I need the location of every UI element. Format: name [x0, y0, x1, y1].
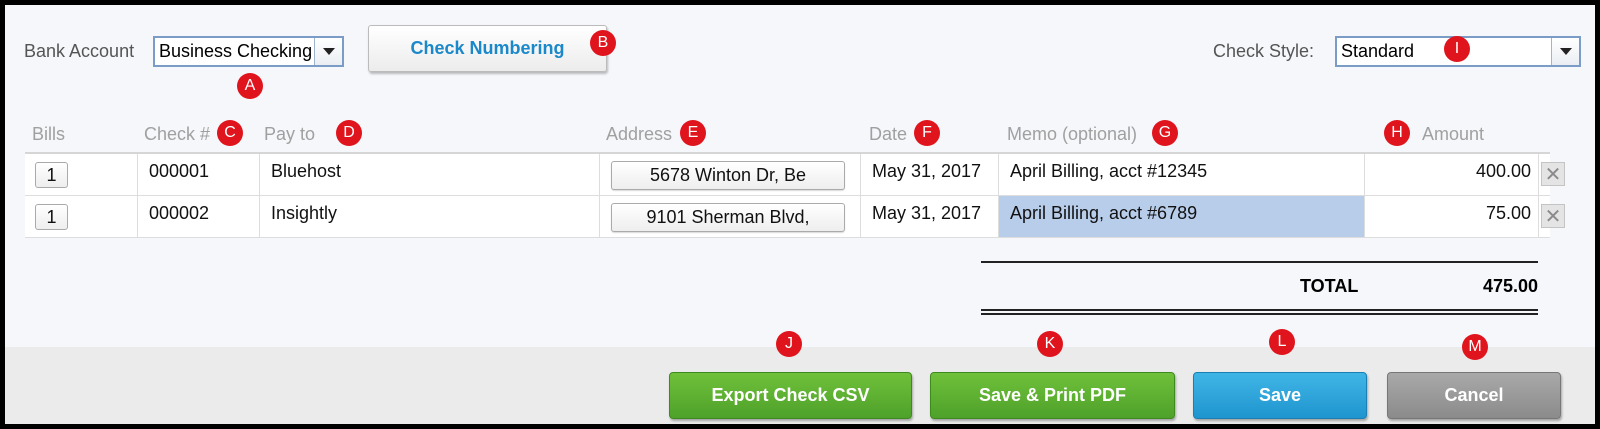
address-button[interactable]: 5678 Winton Dr, Be	[611, 161, 845, 190]
total-double-rule-bottom	[981, 313, 1538, 315]
memo-cell-selected[interactable]: April Billing, acct #6789	[999, 196, 1365, 237]
column-header-memo: Memo (optional)	[1007, 124, 1138, 144]
close-icon[interactable]: ✕	[1541, 204, 1565, 228]
bills-cell: 1	[25, 196, 138, 237]
check-number: 000002	[149, 203, 210, 223]
annotation-marker-b: B	[590, 30, 616, 56]
address-cell: 5678 Winton Dr, Be	[600, 154, 861, 195]
table-row: 1 000002 Insightly 9101 Sherman Blvd, Ma…	[25, 196, 1565, 238]
save-button[interactable]: Save	[1193, 372, 1367, 419]
memo-value: April Billing, acct #6789	[1010, 203, 1198, 223]
cancel-button[interactable]: Cancel	[1387, 372, 1561, 419]
total-value: 475.00	[1482, 276, 1538, 296]
date-cell[interactable]: May 31, 2017	[861, 196, 999, 237]
bank-account-select[interactable]: Business Checking	[153, 36, 344, 67]
column-header-check-number: Check #	[144, 124, 211, 144]
total-top-rule	[981, 261, 1538, 263]
annotation-marker-h: H	[1384, 120, 1410, 146]
pay-to-cell[interactable]: Insightly	[260, 196, 600, 237]
action-bar: Export Check CSV Save & Print PDF Save C…	[5, 347, 1595, 424]
bank-account-dropdown-arrow[interactable]	[314, 38, 342, 65]
amount-cell[interactable]: 400.00	[1365, 154, 1539, 195]
amount-value: 400.00	[1475, 161, 1531, 181]
delete-cell: ✕	[1539, 154, 1565, 195]
column-header-bills: Bills	[32, 124, 66, 144]
annotation-marker-j: J	[776, 331, 802, 357]
address-button[interactable]: 9101 Sherman Blvd,	[611, 203, 845, 232]
memo-value: April Billing, acct #12345	[1010, 161, 1208, 181]
column-header-pay-to: Pay to	[264, 124, 316, 144]
bills-cell: 1	[25, 154, 138, 195]
amount-value: 75.00	[1485, 203, 1531, 223]
date-value: May 31, 2017	[872, 203, 982, 223]
annotation-marker-i: I	[1444, 36, 1470, 62]
check-style-dropdown-arrow[interactable]	[1551, 38, 1579, 65]
memo-cell[interactable]: April Billing, acct #12345	[999, 154, 1365, 195]
annotation-marker-m: M	[1462, 334, 1488, 360]
check-number-cell[interactable]: 000001	[138, 154, 260, 195]
chevron-down-icon	[1559, 48, 1572, 55]
pay-to-cell[interactable]: Bluehost	[260, 154, 600, 195]
annotation-marker-a: A	[237, 73, 263, 99]
save-print-pdf-button[interactable]: Save & Print PDF	[930, 372, 1175, 419]
bills-button[interactable]: 1	[35, 204, 68, 230]
check-number: 000001	[149, 161, 210, 181]
table-row: 1 000001 Bluehost 5678 Winton Dr, Be May…	[25, 154, 1565, 196]
pay-to-value: Bluehost	[271, 161, 342, 181]
bank-account-value: Business Checking	[159, 41, 313, 61]
annotation-marker-k: K	[1037, 331, 1063, 357]
amount-cell[interactable]: 75.00	[1365, 196, 1539, 237]
export-check-csv-button[interactable]: Export Check CSV	[669, 372, 912, 419]
delete-cell: ✕	[1539, 196, 1565, 237]
date-value: May 31, 2017	[872, 161, 982, 181]
write-checks-panel: Bank Account Business Checking Check Num…	[5, 5, 1595, 424]
address-cell: 9101 Sherman Blvd,	[600, 196, 861, 237]
total-label: TOTAL	[1300, 276, 1359, 296]
chevron-down-icon	[322, 48, 335, 55]
annotation-marker-e: E	[680, 120, 706, 146]
total-double-rule-top	[981, 309, 1538, 311]
bank-account-label: Bank Account	[24, 41, 135, 61]
check-style-label: Check Style:	[1213, 41, 1315, 61]
annotation-marker-l: L	[1269, 329, 1295, 355]
bills-button[interactable]: 1	[35, 162, 68, 188]
column-header-date: Date	[869, 124, 908, 144]
column-header-address: Address	[606, 124, 673, 144]
check-number-cell[interactable]: 000002	[138, 196, 260, 237]
close-icon[interactable]: ✕	[1541, 162, 1565, 186]
check-numbering-button[interactable]: Check Numbering	[368, 25, 607, 72]
date-cell[interactable]: May 31, 2017	[861, 154, 999, 195]
annotation-marker-c: C	[217, 120, 243, 146]
annotation-marker-f: F	[914, 120, 940, 146]
annotation-marker-d: D	[336, 120, 362, 146]
column-header-amount: Amount	[1422, 124, 1485, 144]
annotation-marker-g: G	[1152, 120, 1178, 146]
pay-to-value: Insightly	[271, 203, 338, 223]
